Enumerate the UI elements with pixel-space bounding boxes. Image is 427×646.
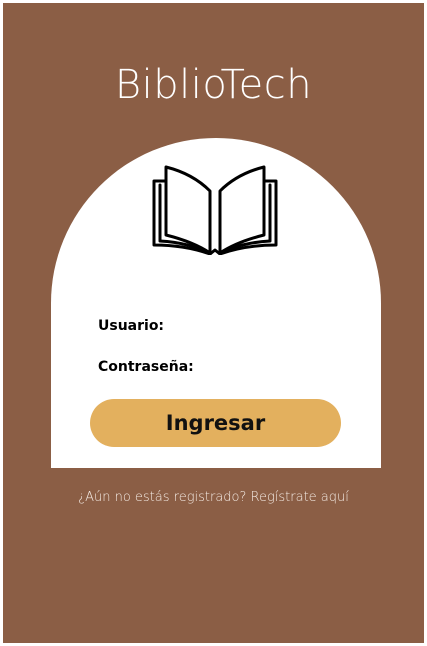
username-input[interactable] xyxy=(164,318,340,336)
open-book-icon xyxy=(152,165,278,255)
app-title: BiblioTech xyxy=(114,62,313,108)
login-button[interactable]: Ingresar xyxy=(90,399,341,447)
password-label: Contraseña: xyxy=(98,359,194,375)
username-label: Usuario: xyxy=(98,318,165,334)
password-input[interactable] xyxy=(194,359,340,377)
register-link[interactable]: ¿Aún no estás registrado? Regístrate aqu… xyxy=(0,490,427,505)
